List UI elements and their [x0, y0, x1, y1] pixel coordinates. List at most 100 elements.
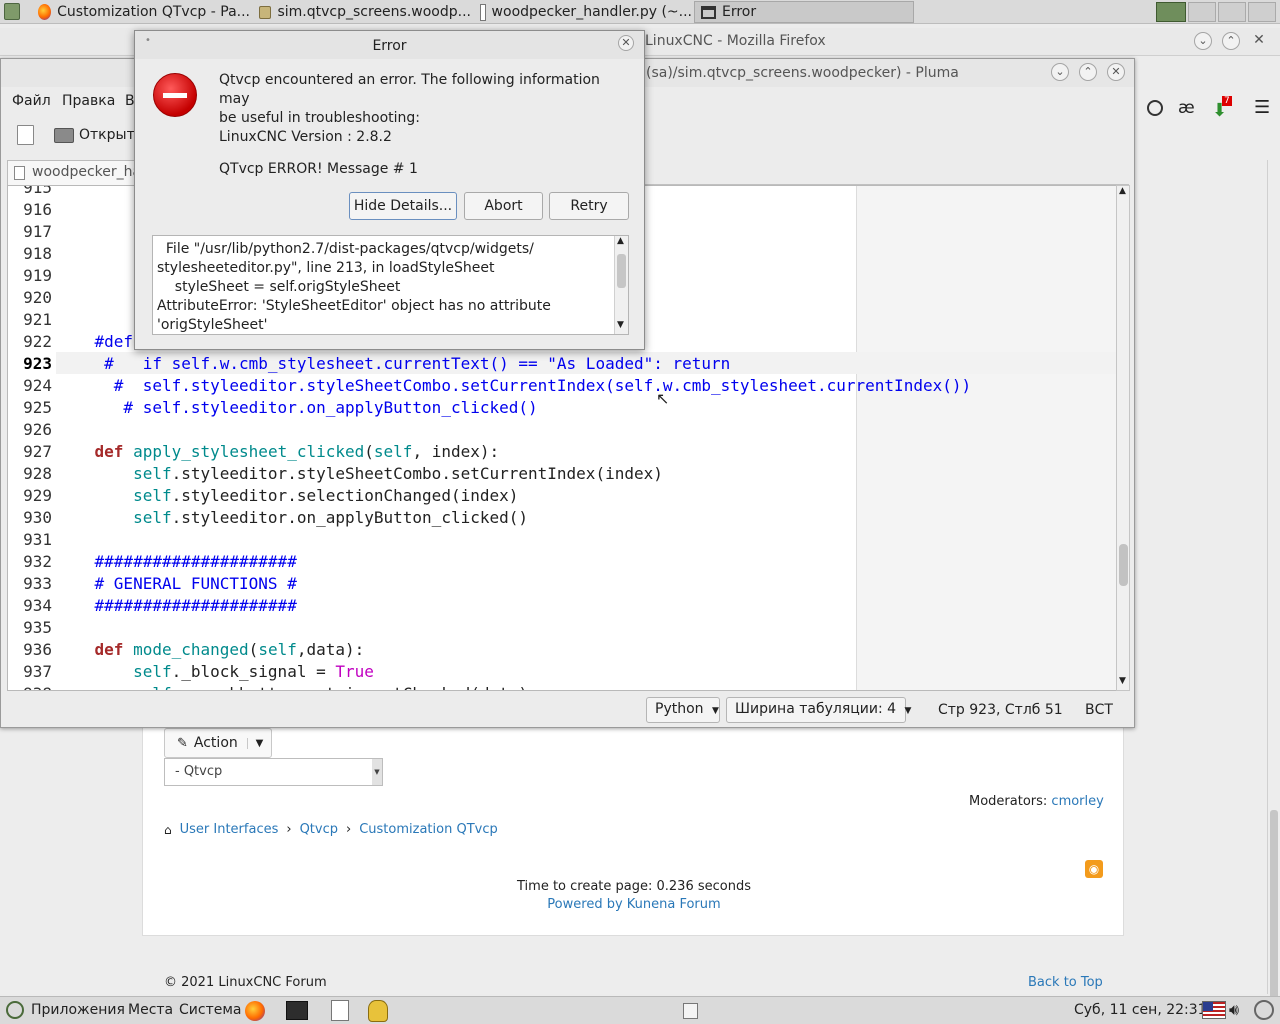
scrollbar-thumb[interactable]: [1119, 544, 1128, 586]
line-number: 936: [23, 640, 52, 659]
workspace-4[interactable]: [1248, 2, 1276, 22]
taskbar-item-label: sim.qtvcp_screens.woodp...: [277, 4, 471, 20]
editor-scrollbar[interactable]: ▲ ▼: [1116, 185, 1130, 691]
tab-woodpecker-handler[interactable]: woodpecker_handler.py: [7, 160, 147, 185]
message-line: Qtvcp encountered an error. The followin…: [219, 72, 600, 107]
us-flag-icon[interactable]: [1202, 1001, 1226, 1019]
breadcrumb-user-interfaces[interactable]: User Interfaces: [180, 822, 279, 837]
workspace-3[interactable]: [1218, 2, 1246, 22]
details-scrollbar[interactable]: ▲ ▼: [614, 236, 628, 334]
action-button[interactable]: ✎ Action ▼: [164, 728, 272, 758]
scroll-up-icon[interactable]: ▲: [617, 236, 624, 246]
breadcrumb-customization[interactable]: Customization QTvcp: [359, 822, 498, 837]
status-bar: Python ▼ Ширина табуляции: 4 ▼ Стр 923, …: [1, 695, 1134, 727]
code-line: # if self.w.cmb_stylesheet.currentText()…: [56, 354, 731, 373]
maximize-icon[interactable]: ⌃: [1079, 63, 1097, 81]
firefox-launcher-icon[interactable]: [245, 1001, 265, 1021]
details-line: stylesheeteditor.py", line 213, in loadS…: [157, 260, 495, 276]
open-folder-icon[interactable]: [54, 128, 74, 143]
menu-edit[interactable]: Правка: [62, 93, 115, 109]
close-icon[interactable]: ✕: [1250, 32, 1268, 50]
abort-button[interactable]: Abort: [464, 192, 543, 220]
language-selector[interactable]: Python ▼: [646, 697, 720, 723]
clock[interactable]: Суб, 11 сен, 22:31: [1074, 1002, 1207, 1018]
network-icon[interactable]: [1254, 1000, 1274, 1020]
volume-icon[interactable]: 🔊︎: [1229, 1000, 1239, 1020]
code-line: self.styleeditor.styleSheetCombo.setCurr…: [133, 464, 663, 483]
powered-by-link[interactable]: Powered by Kunena Forum: [143, 897, 1125, 912]
line-number: 937: [23, 662, 52, 681]
firefox-window-title: LinuxCNC - Mozilla Firefox: [645, 33, 826, 49]
taskbar-item-firefox[interactable]: Customization QTvcp - Pa...: [32, 1, 250, 23]
linuxcnc-launcher-icon[interactable]: [368, 1000, 388, 1022]
workspace-1[interactable]: [1156, 2, 1186, 22]
minimize-icon[interactable]: ⌄: [1194, 32, 1212, 50]
caret-down-icon[interactable]: ▼: [247, 737, 271, 749]
menu-applications[interactable]: Приложения: [31, 1002, 125, 1018]
code-line: self.styleeditor.on_applyButton_clicked(…: [133, 508, 529, 527]
caret-down-icon: ▼: [904, 706, 912, 716]
new-file-icon[interactable]: [17, 125, 34, 145]
rss-icon[interactable]: ◉: [1085, 860, 1103, 878]
retry-button[interactable]: Retry: [549, 192, 629, 220]
line-number: 923: [23, 354, 52, 373]
firefox-scrollbar[interactable]: [1267, 160, 1280, 1000]
taskbar-item-folder[interactable]: sim.qtvcp_screens.woodp...: [253, 1, 471, 23]
menu-places[interactable]: Места: [128, 1002, 173, 1018]
error-message: QTvcp ERROR! Message # 1: [219, 161, 418, 177]
hide-details-button[interactable]: Hide Details...: [349, 192, 457, 220]
taskbar-item-error[interactable]: Error: [694, 1, 914, 23]
scrollbar-thumb[interactable]: [617, 254, 626, 288]
moderator-link[interactable]: cmorley: [1051, 794, 1103, 809]
line-number: 925: [23, 398, 52, 417]
back-to-top-link[interactable]: Back to Top: [1028, 975, 1103, 990]
ae-icon[interactable]: æ: [1178, 98, 1195, 118]
maximize-icon[interactable]: ⌃: [1222, 32, 1240, 50]
tab-width-selector[interactable]: Ширина табуляции: 4 ▼: [726, 697, 911, 723]
forum-card: ✎ Action ▼ - Qtvcp ▼ Moderators: cmorley…: [142, 728, 1124, 936]
minimize-icon[interactable]: ⌄: [1051, 63, 1069, 81]
close-icon[interactable]: ✕: [618, 35, 634, 51]
line-number: 933: [23, 574, 52, 593]
home-icon[interactable]: ⌂: [164, 823, 172, 837]
error-dialog: • Error ✕ Qtvcp encountered an error. Th…: [134, 30, 645, 350]
menu-system[interactable]: Система: [179, 1002, 241, 1018]
details-textbox[interactable]: File "/usr/lib/python2.7/dist-packages/q…: [152, 235, 629, 335]
show-desktop-icon[interactable]: [683, 1003, 698, 1019]
category-select[interactable]: - Qtvcp ▼: [164, 758, 383, 786]
firefox-icon: [38, 4, 52, 20]
taskbar-item-editor[interactable]: woodpecker_handler.py (~...: [474, 1, 692, 23]
code-line: #def: [56, 332, 134, 351]
document-icon: [14, 166, 25, 180]
scrollbar-thumb[interactable]: [1270, 810, 1278, 1000]
close-icon[interactable]: ✕: [1107, 63, 1125, 81]
details-text: File "/usr/lib/python2.7/dist-packages/q…: [157, 240, 611, 334]
select-arrow-icon: ▼: [372, 759, 382, 785]
line-number: 930: [23, 508, 52, 527]
workspace-icon[interactable]: [4, 3, 20, 20]
notification-badge: 7: [1222, 96, 1232, 106]
code-line: def apply_stylesheet_clicked(self, index…: [94, 442, 500, 461]
breadcrumb-qtvcp[interactable]: Qtvcp: [300, 822, 338, 837]
text-editor-launcher-icon[interactable]: [331, 1000, 349, 1021]
details-line: styleSheet = self.origStyleSheet: [157, 279, 401, 295]
menu-file[interactable]: Файл: [12, 93, 51, 109]
account-icon[interactable]: [1147, 100, 1163, 116]
line-number: 932: [23, 552, 52, 571]
mate-logo-icon[interactable]: [6, 1001, 24, 1019]
scroll-down-icon[interactable]: ▼: [1119, 676, 1126, 686]
window-icon: [701, 5, 716, 19]
code-line: # GENERAL FUNCTIONS #: [56, 574, 297, 593]
edit-icon: ✎: [177, 735, 188, 751]
code-line: def mode_changed(self,data):: [94, 640, 365, 659]
moderators: Moderators: cmorley: [969, 794, 1104, 809]
scroll-up-icon[interactable]: ▲: [1119, 186, 1126, 196]
scroll-down-icon[interactable]: ▼: [617, 320, 624, 330]
workspace-switcher[interactable]: [1156, 2, 1280, 22]
menu-icon[interactable]: ☰: [1254, 97, 1270, 118]
bottom-panel: Приложения Места Система Суб, 11 сен, 22…: [0, 996, 1280, 1024]
error-stop-icon: [153, 73, 197, 117]
taskbar-item-label: Customization QTvcp - Pa...: [57, 4, 250, 20]
workspace-2[interactable]: [1188, 2, 1216, 22]
terminal-launcher-icon[interactable]: [286, 1001, 308, 1020]
